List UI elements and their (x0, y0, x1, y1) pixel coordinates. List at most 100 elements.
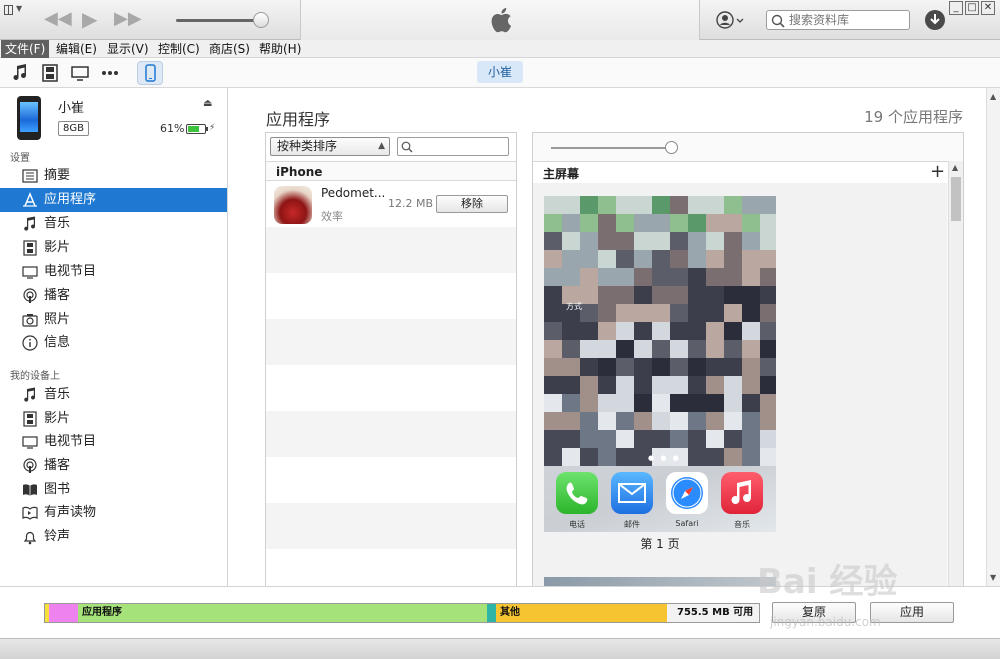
sidebar-item-music[interactable]: 音乐 (0, 212, 227, 236)
minimize-button[interactable]: _ (949, 1, 963, 15)
music-app-icon[interactable] (721, 472, 763, 514)
mosaic-tile (562, 268, 580, 286)
sidebar-item-movies[interactable]: 影片 (0, 236, 227, 260)
app-search-input[interactable] (397, 137, 509, 156)
capacity-segment-apps: 应用程序 (78, 604, 487, 622)
sidebar-item-apps[interactable]: 应用程序 (0, 188, 227, 212)
mosaic-tile (616, 430, 634, 448)
mosaic-tile (706, 412, 724, 430)
mosaic-tile (652, 358, 670, 376)
sidebar-item-summary[interactable]: 摘要 (0, 164, 227, 188)
sidebar-item-device-tv-shows[interactable]: 电视节目 (0, 430, 227, 454)
list-item[interactable]: Pedomet... 效率 12.2 MB 移除 (266, 181, 516, 227)
tv-icon[interactable] (70, 63, 90, 83)
library-search[interactable] (766, 10, 910, 30)
menu-help[interactable]: 帮助(H) (255, 40, 305, 58)
mosaic-tile (670, 250, 688, 268)
dock-app-label: 电话 (569, 520, 585, 529)
film-icon (23, 240, 37, 256)
film-icon[interactable] (40, 63, 60, 83)
downloads-button[interactable] (925, 10, 945, 30)
mosaic-tile (598, 304, 616, 322)
mosaic-tile (724, 412, 742, 430)
mosaic-tile (544, 214, 562, 232)
sidebar-item-label: 照片 (44, 312, 71, 327)
music-note-icon[interactable] (10, 63, 30, 83)
device-capacity-badge: 8GB (58, 121, 89, 136)
sidebar-item-photos[interactable]: 照片 (0, 308, 227, 332)
mosaic-tile (760, 322, 776, 340)
menu-edit[interactable]: 编辑(E) (52, 40, 101, 58)
sidebar-item-device-movies[interactable]: 影片 (0, 407, 227, 431)
scrollbar-thumb[interactable] (951, 177, 961, 221)
mosaic-tile (706, 232, 724, 250)
volume-slider[interactable] (176, 19, 264, 22)
home-screen-preview[interactable]: 方式 ● ● ● 电话 邮件 Safari 音乐 (544, 196, 776, 532)
page-title: 应用程序 (266, 110, 331, 129)
close-button[interactable]: ✕ (981, 1, 995, 15)
sidebar-item-device-music[interactable]: 音乐 (0, 383, 227, 407)
menu-controls[interactable]: 控制(C) (154, 40, 204, 58)
sidebar: 小崔 ⏏ 8GB 61% ⚡ 设置 摘要 应用程序 音乐 影片 电视节目 播客 … (0, 88, 228, 586)
system-menu-button[interactable]: ▼ (4, 4, 26, 18)
zoom-slider[interactable] (551, 147, 671, 149)
remove-app-button[interactable]: 移除 (436, 195, 508, 213)
envelope-icon (618, 483, 646, 503)
sidebar-item-device-books[interactable]: 图书 (0, 478, 227, 502)
empty-row (266, 227, 516, 273)
capacity-segment-other: 其他 (496, 604, 667, 622)
safari-app-icon[interactable] (666, 472, 708, 514)
sidebar-item-device-podcasts[interactable]: 播客 (0, 454, 227, 478)
account-button[interactable] (716, 10, 746, 30)
mosaic-tile (616, 448, 634, 466)
mosaic-tile (724, 196, 742, 214)
mosaic-tile (562, 250, 580, 268)
phone-app-icon[interactable] (556, 472, 598, 514)
dock-app-label: Safari (675, 519, 699, 528)
mosaic-tile (652, 340, 670, 358)
more-icon[interactable] (100, 63, 120, 83)
sort-dropdown[interactable]: 按种类排序 ▲ (270, 137, 390, 156)
search-icon (401, 141, 413, 153)
play-button[interactable]: ▶ (82, 9, 97, 29)
mosaic-tile (670, 214, 688, 232)
mosaic-tile (706, 250, 724, 268)
sidebar-item-device-ringtones[interactable]: 铃声 (0, 525, 227, 549)
mosaic-tile (598, 376, 616, 394)
volume-knob[interactable] (253, 12, 269, 28)
window-scrollbar[interactable]: ▲ ▼ (986, 88, 1000, 586)
menu-store[interactable]: 商店(S) (205, 40, 254, 58)
scroll-down-icon[interactable]: ▼ (990, 573, 996, 582)
sidebar-item-info[interactable]: 信息 (0, 331, 227, 355)
scroll-up-icon[interactable]: ▲ (952, 163, 958, 172)
sidebar-item-tv-shows[interactable]: 电视节目 (0, 260, 227, 284)
library-search-input[interactable] (789, 12, 907, 28)
home-screen-scrollbar[interactable]: ▲ (948, 161, 963, 587)
menu-view[interactable]: 显示(V) (103, 40, 153, 58)
dock-app-label: 邮件 (624, 520, 640, 529)
mosaic-tile (670, 340, 688, 358)
mosaic-tile (724, 448, 742, 466)
sidebar-item-device-audiobooks[interactable]: 有声读物 (0, 501, 227, 525)
add-page-icon[interactable]: + (930, 161, 945, 182)
menu-file[interactable]: 文件(F) (1, 40, 50, 58)
rewind-button[interactable]: ◀◀ (44, 9, 72, 29)
eject-icon[interactable]: ⏏ (203, 98, 212, 109)
maximize-button[interactable]: □ (965, 1, 979, 15)
mail-app-icon[interactable] (611, 472, 653, 514)
mosaic-tile (742, 430, 760, 448)
mosaic-tile (706, 268, 724, 286)
sidebar-item-podcasts[interactable]: 播客 (0, 284, 227, 308)
mosaic-tile (616, 322, 634, 340)
device-button[interactable] (137, 61, 163, 85)
device-name-tab[interactable]: 小崔 (477, 61, 523, 83)
apply-button[interactable]: 应用 (870, 602, 954, 623)
zoom-knob[interactable] (665, 141, 678, 154)
scroll-up-icon[interactable]: ▲ (990, 92, 996, 101)
fast-forward-button[interactable]: ▶▶ (114, 9, 142, 29)
mosaic-tile (706, 214, 724, 232)
mosaic-tile (724, 268, 742, 286)
mosaic-tile (598, 358, 616, 376)
sidebar-item-label: 音乐 (44, 216, 71, 231)
page-number-label: 第 1 页 (640, 537, 680, 551)
